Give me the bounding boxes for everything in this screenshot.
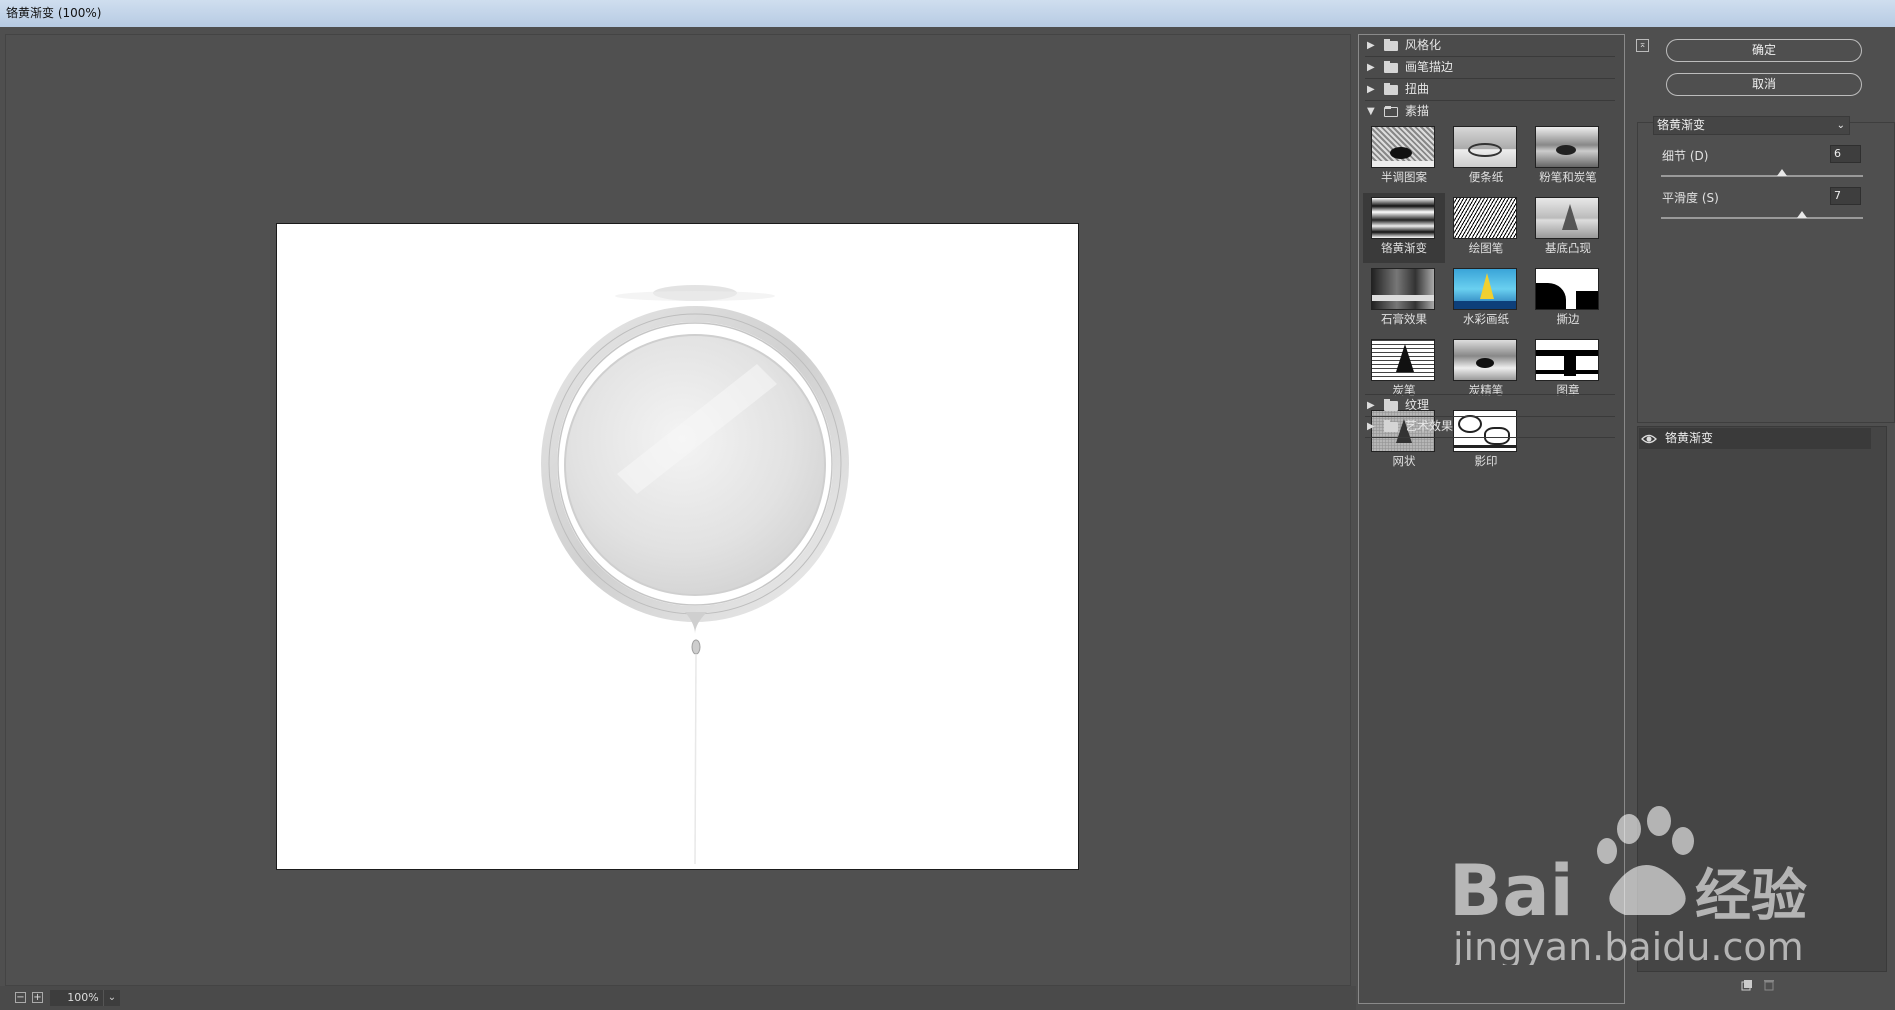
thumb-image: [1371, 197, 1435, 239]
category-brush-strokes[interactable]: ▶ 画笔描边: [1365, 57, 1615, 79]
filter-thumb-halftone-pattern[interactable]: 半调图案: [1363, 122, 1445, 192]
filter-thumb-bas-relief[interactable]: 基底凸现: [1527, 193, 1609, 263]
thumb-image: [1453, 126, 1517, 168]
zoom-dropdown-icon[interactable]: ⌄: [103, 990, 120, 1006]
cancel-button[interactable]: 取消: [1666, 73, 1862, 96]
preview-area[interactable]: [5, 34, 1351, 986]
effect-layer-list: 铬黄渐变: [1637, 426, 1887, 972]
thumb-label: 基底凸现: [1545, 241, 1591, 255]
thumb-image: [1371, 268, 1435, 310]
effect-layer-row[interactable]: 铬黄渐变: [1639, 428, 1871, 449]
folder-icon: [1384, 399, 1398, 411]
collapsed-arrow-icon: ▶: [1367, 62, 1375, 73]
filter-thumb-note-paper[interactable]: 便条纸: [1445, 122, 1527, 192]
filter-settings-panel: [1637, 122, 1895, 423]
effect-layer-name: 铬黄渐变: [1665, 431, 1714, 445]
thumb-label: 铬黄渐变: [1381, 241, 1427, 255]
filter-gallery: ▶ 风格化 ▶ 画笔描边 ▶ 扭曲 ▼ 素描 半调图案 便条纸 粉笔和炭笔 铬黄…: [1358, 34, 1625, 1004]
filter-select-value: 铬黄渐变: [1657, 118, 1706, 132]
detail-slider[interactable]: [1661, 169, 1863, 177]
thumb-label: 石膏效果: [1381, 312, 1427, 326]
expanded-arrow-icon: ▼: [1367, 106, 1375, 117]
preview-canvas[interactable]: [276, 223, 1079, 870]
thumb-label: 粉笔和炭笔: [1539, 170, 1597, 184]
smoothness-slider-knob[interactable]: [1797, 211, 1808, 218]
category-label: 画笔描边: [1405, 60, 1454, 74]
thumb-image: [1535, 126, 1599, 168]
thumb-label: 网状: [1392, 454, 1416, 468]
effect-layers-panel: 铬黄渐变: [1637, 426, 1895, 1010]
category-label: 艺术效果: [1405, 419, 1454, 433]
category-label: 纹理: [1405, 398, 1430, 412]
thumb-image: [1453, 197, 1517, 239]
thumb-image: [1535, 268, 1599, 310]
thumb-image: [1453, 268, 1517, 310]
ok-button[interactable]: 确定: [1666, 39, 1862, 62]
filter-thumb-water-paper[interactable]: 水彩画纸: [1445, 264, 1527, 334]
thumb-label: 半调图案: [1381, 170, 1427, 184]
detail-slider-knob[interactable]: [1777, 169, 1788, 176]
category-sketch[interactable]: ▼ 素描: [1365, 101, 1615, 122]
zoom-bar: − + 100% ⌄: [0, 986, 1356, 1010]
filter-thumb-torn-edges[interactable]: 撕边: [1527, 264, 1609, 334]
filter-thumb-chalk-charcoal[interactable]: 粉笔和炭笔: [1527, 122, 1609, 192]
folder-icon: [1384, 61, 1398, 73]
collapsed-arrow-icon: ▶: [1367, 84, 1375, 95]
new-effect-layer-icon[interactable]: [1741, 979, 1753, 991]
filter-thumb-plaster[interactable]: 石膏效果: [1363, 264, 1445, 334]
smoothness-label: 平滑度 (S): [1662, 191, 1719, 205]
zoom-out-button[interactable]: −: [15, 992, 26, 1003]
category-artistic[interactable]: ▶ 艺术效果: [1365, 416, 1615, 438]
open-folder-icon: [1384, 106, 1398, 117]
chrome-effect-image: [541, 285, 849, 865]
smoothness-slider[interactable]: [1661, 211, 1863, 219]
detail-label: 细节 (D): [1662, 149, 1709, 163]
category-distort[interactable]: ▶ 扭曲: [1365, 79, 1615, 101]
category-label: 风格化: [1405, 38, 1442, 52]
filter-select[interactable]: 铬黄渐变 ⌄: [1653, 116, 1850, 135]
category-label: 素描: [1405, 104, 1430, 118]
filter-thumb-graphic-pen[interactable]: 绘图笔: [1445, 193, 1527, 263]
category-texture[interactable]: ▶ 纹理: [1365, 394, 1615, 417]
thumb-image: [1371, 339, 1435, 381]
thumb-label: 便条纸: [1468, 170, 1504, 184]
category-label: 扭曲: [1405, 82, 1430, 96]
thumb-label: 绘图笔: [1468, 241, 1504, 255]
detail-value-input[interactable]: 6: [1830, 145, 1861, 163]
thumb-image: [1453, 339, 1517, 381]
window-title: 铬黄渐变 (100%): [0, 0, 1895, 27]
thumb-image: [1371, 126, 1435, 168]
collapsed-arrow-icon: ▶: [1367, 40, 1375, 51]
folder-icon: [1384, 39, 1398, 51]
thumb-image: [1535, 197, 1599, 239]
zoom-in-button[interactable]: +: [32, 992, 43, 1003]
smoothness-value-input[interactable]: 7: [1830, 187, 1861, 205]
thumb-label: 水彩画纸: [1463, 312, 1509, 326]
collapsed-arrow-icon: ▶: [1367, 421, 1375, 432]
chevron-down-icon: ⌄: [1836, 120, 1845, 131]
thumb-label: 影印: [1474, 454, 1498, 468]
eye-visibility-icon[interactable]: [1641, 431, 1657, 447]
filter-thumb-chrome[interactable]: 铬黄渐变: [1363, 193, 1445, 263]
thumb-label: 撕边: [1556, 312, 1580, 326]
delete-effect-layer-icon[interactable]: [1763, 979, 1775, 991]
folder-icon: [1384, 83, 1398, 95]
thumb-image: [1535, 339, 1599, 381]
right-panel: ⌅ 确定 取消 铬黄渐变 ⌄ 细节 (D) 6 平滑度 (S) 7 铬黄渐变: [1630, 34, 1895, 1010]
collapsed-arrow-icon: ▶: [1367, 400, 1375, 411]
category-stylize[interactable]: ▶ 风格化: [1365, 35, 1615, 57]
collapse-gallery-icon[interactable]: ⌅: [1636, 39, 1649, 52]
folder-icon: [1384, 420, 1398, 432]
